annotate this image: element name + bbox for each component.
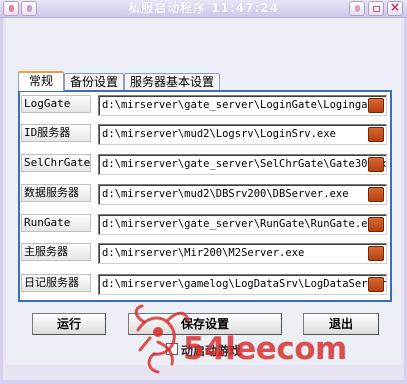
title-bar: 私服启动程序 11:47:24 × bbox=[0, 0, 407, 18]
close-icon[interactable]: × bbox=[387, 0, 403, 16]
maximize-icon[interactable] bbox=[368, 1, 384, 16]
watermark-text: 54leecom bbox=[183, 331, 347, 367]
server-path-id[interactable]: d:\mirserver\mud2\Logsrv\LoginSrv.exe bbox=[98, 124, 387, 145]
browse-button-db[interactable] bbox=[368, 187, 384, 202]
server-label-selchrgate: SelChrGate bbox=[21, 154, 91, 172]
server-path-db[interactable]: d:\mirserver\mud2\DBSrv200\DBServer.exe bbox=[98, 184, 387, 205]
run-button[interactable]: 运行 bbox=[32, 313, 106, 335]
server-label-main: 主服务器 bbox=[21, 243, 91, 261]
restore-icon[interactable] bbox=[349, 1, 365, 16]
browse-button-id[interactable] bbox=[368, 127, 384, 142]
server-path-rungate[interactable]: d:\mirserver\gate_server\RunGate\RunGate… bbox=[98, 214, 387, 235]
browse-button-loggate[interactable] bbox=[368, 98, 384, 113]
server-path-loggate[interactable]: d:\mirserver\gate_server\LoginGate\Login… bbox=[98, 95, 387, 116]
server-label-log: 日记服务器 bbox=[21, 274, 91, 292]
server-label-id: ID服务器 bbox=[21, 124, 91, 142]
tab-backup[interactable]: 备份设置 bbox=[64, 73, 124, 90]
tab-server-settings[interactable]: 服务器基本设置 bbox=[124, 73, 220, 90]
auto-start-checkbox[interactable] bbox=[166, 343, 178, 355]
browse-button-log[interactable] bbox=[368, 277, 384, 292]
server-path-selchrgate[interactable]: d:\mirserver\gate_server\SelChrGate\Gate… bbox=[98, 154, 387, 175]
browse-button-selchrgate[interactable] bbox=[368, 157, 384, 172]
tab-label: 常规 bbox=[28, 74, 53, 88]
tab-label: 备份设置 bbox=[69, 75, 118, 89]
browse-button-rungate[interactable] bbox=[368, 217, 384, 232]
window-title: 私服启动程序 11:47:24 bbox=[128, 1, 279, 15]
browse-button-main[interactable] bbox=[368, 246, 384, 261]
tab-label: 服务器基本设置 bbox=[129, 75, 214, 89]
server-path-log[interactable]: d:\mirserver\gamelog\LogDataSrv\LogDataS… bbox=[98, 274, 387, 295]
server-label-db: 数据服务器 bbox=[21, 184, 91, 202]
server-path-main[interactable]: d:\mirserver\Mir200\M2Server.exe bbox=[98, 243, 387, 264]
server-label-loggate: LogGate bbox=[21, 95, 91, 113]
server-label-rungate: RunGate bbox=[21, 214, 91, 232]
tab-general[interactable]: 常规 bbox=[18, 71, 64, 91]
window-bottom-edge bbox=[0, 380, 407, 384]
